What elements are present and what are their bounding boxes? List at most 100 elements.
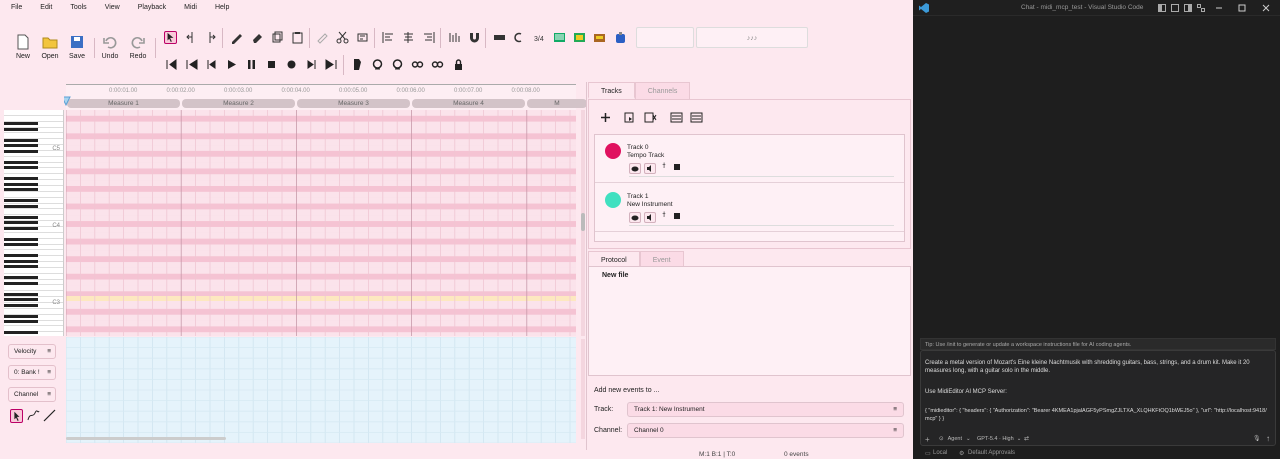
customize-layout-icon[interactable] — [1197, 4, 1205, 12]
transpose-icon[interactable] — [493, 31, 506, 44]
piano-black-key[interactable] — [4, 199, 38, 202]
measure-label[interactable]: M — [527, 99, 587, 108]
piano-black-key[interactable] — [4, 188, 38, 191]
menu-view[interactable]: View — [105, 4, 120, 11]
piano-black-key[interactable] — [4, 314, 38, 318]
piano-black-key[interactable] — [4, 127, 38, 131]
show-all-tracks-icon[interactable] — [624, 111, 637, 124]
microphone-icon[interactable]: 🎙 — [1253, 435, 1261, 442]
save-button[interactable]: Save — [65, 34, 89, 60]
step-forward-icon[interactable] — [305, 58, 318, 71]
delete-overlap-icon[interactable] — [356, 31, 369, 44]
undo-button[interactable]: Undo — [98, 34, 122, 60]
trash-icon[interactable] — [672, 212, 682, 223]
select-tool-icon[interactable] — [164, 31, 177, 44]
play-icon[interactable] — [225, 58, 238, 71]
note-grid[interactable] — [66, 110, 576, 336]
protocol-entry[interactable]: New file — [602, 272, 628, 279]
piano-black-key[interactable] — [4, 215, 38, 219]
freehand-tool-icon[interactable] — [27, 409, 40, 422]
line-tool-icon[interactable] — [43, 409, 56, 422]
piano-black-key[interactable] — [4, 292, 38, 296]
eraser-icon[interactable] — [251, 31, 264, 44]
chat-input[interactable]: Create a metal version of Mozart's Eine … — [920, 350, 1276, 446]
piano-black-key[interactable] — [4, 243, 38, 246]
metronome-toggle-icon[interactable] — [371, 58, 384, 71]
align-left-icon[interactable] — [382, 31, 395, 44]
piano-black-key[interactable] — [4, 144, 38, 147]
mute-all-tracks-icon[interactable] — [644, 111, 657, 124]
glue-icon[interactable] — [316, 31, 329, 44]
add-track-icon[interactable] — [599, 111, 612, 124]
bank-select[interactable]: 0: Bank ! ≡ — [8, 365, 56, 380]
piano-black-key[interactable] — [4, 177, 38, 180]
tab-tracks[interactable]: Tracks — [588, 82, 635, 99]
track-list-icon[interactable] — [690, 111, 703, 124]
piano-black-key[interactable] — [4, 276, 38, 279]
time-signature-icon[interactable]: 3/4 — [533, 31, 546, 44]
equalize-icon[interactable] — [402, 31, 415, 44]
rename-icon[interactable]: ϯ — [659, 163, 669, 174]
measure-label[interactable]: Measure 1 — [67, 99, 180, 108]
instrument-icon[interactable] — [573, 31, 586, 44]
minimize-icon[interactable] — [1215, 4, 1223, 12]
loop-marker-icon[interactable] — [351, 58, 364, 71]
trash-icon[interactable] — [672, 163, 682, 174]
piano-black-key[interactable] — [4, 303, 38, 307]
visibility-button[interactable] — [629, 212, 641, 223]
piano-black-key[interactable] — [4, 138, 38, 142]
track-row[interactable]: Track 1 New Instrument ϯ — [595, 184, 904, 232]
piano-black-key[interactable] — [4, 265, 38, 268]
piano-black-key[interactable] — [4, 237, 38, 241]
layout-panel-icon[interactable] — [1171, 4, 1179, 12]
piano-black-key[interactable] — [4, 298, 38, 301]
send-icon[interactable]: ↑ — [1266, 434, 1270, 443]
piano-black-key[interactable] — [4, 331, 38, 334]
align-right-icon[interactable] — [422, 31, 435, 44]
agent-picker[interactable]: ⊙ Agent ⌄ — [939, 436, 971, 442]
menu-midi[interactable]: Midi — [184, 4, 197, 11]
select-left-icon[interactable] — [185, 31, 198, 44]
loop-icon[interactable] — [411, 58, 424, 71]
track-row[interactable]: Track 0 Tempo Track ϯ — [595, 135, 904, 183]
maximize-icon[interactable] — [1238, 4, 1246, 12]
piano-black-key[interactable] — [4, 320, 38, 323]
piano-black-key[interactable] — [4, 122, 38, 125]
paste-icon[interactable] — [291, 31, 304, 44]
track-options-icon[interactable] — [670, 111, 683, 124]
rewind-icon[interactable] — [185, 58, 198, 71]
piano-black-key[interactable] — [4, 160, 38, 164]
piano-black-key[interactable] — [4, 226, 38, 230]
rename-icon[interactable]: ϯ — [659, 212, 669, 223]
magnet-icon[interactable] — [468, 31, 481, 44]
piano-black-key[interactable] — [4, 281, 38, 285]
piano-black-key[interactable] — [4, 254, 38, 257]
audio-button[interactable] — [644, 163, 656, 174]
record-icon[interactable] — [285, 58, 298, 71]
piano-icon[interactable] — [593, 31, 606, 44]
visibility-button[interactable] — [629, 163, 641, 174]
sync-icon[interactable] — [391, 58, 404, 71]
pause-icon[interactable] — [245, 58, 258, 71]
menu-playback[interactable]: Playback — [138, 4, 166, 11]
horizontal-scroll-thumb[interactable] — [66, 437, 226, 440]
redo-button[interactable]: Redo — [126, 34, 150, 60]
step-back-icon[interactable] — [205, 58, 218, 71]
piano-black-key[interactable] — [4, 166, 38, 169]
quantize-icon[interactable] — [448, 31, 461, 44]
tools-icon[interactable]: ⇄ — [1024, 435, 1029, 442]
grid-scrollbar[interactable] — [581, 110, 585, 336]
tab-channels[interactable]: Channels — [634, 82, 691, 99]
tempo-icon[interactable] — [513, 31, 526, 44]
menu-tools[interactable]: Tools — [70, 4, 86, 11]
grid-scroll-thumb[interactable] — [581, 213, 585, 231]
layout-aux-icon[interactable] — [1184, 4, 1192, 12]
measure-label[interactable]: Measure 4 — [412, 99, 525, 108]
channel-select-box[interactable]: Channel 0 ≡ — [627, 423, 904, 438]
scissors-icon[interactable] — [336, 31, 349, 44]
menu-file[interactable]: File — [11, 4, 22, 11]
pencil-icon[interactable] — [230, 31, 243, 44]
stop-icon[interactable] — [265, 58, 278, 71]
measure-label[interactable]: Measure 3 — [297, 99, 410, 108]
new-button[interactable]: New — [11, 34, 35, 60]
